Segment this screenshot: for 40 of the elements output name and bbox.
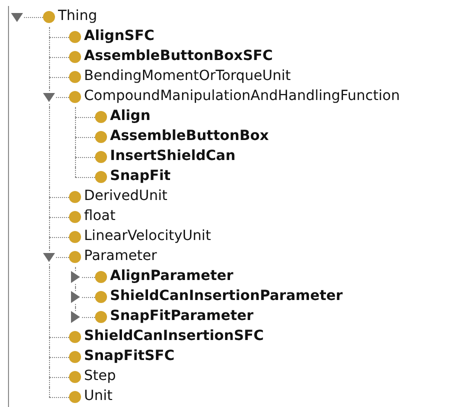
class-icon: [69, 191, 81, 203]
class-label[interactable]: AlignParameter: [110, 267, 234, 285]
class-label[interactable]: SnapFit: [110, 167, 171, 185]
class-icon: [69, 251, 81, 263]
class-label[interactable]: Step: [84, 367, 116, 385]
class-icon: [95, 291, 107, 303]
class-label[interactable]: Unit: [84, 387, 112, 405]
class-label[interactable]: SnapFitSFC: [84, 347, 174, 365]
class-icon: [69, 371, 81, 383]
class-label[interactable]: ShieldCanInsertionParameter: [110, 287, 343, 305]
class-icon: [69, 51, 81, 63]
class-icon: [69, 71, 81, 83]
class-icon: [69, 331, 81, 343]
class-icon: [95, 171, 107, 183]
class-icon: [95, 311, 107, 323]
class-icon: [95, 151, 107, 163]
class-label[interactable]: Align: [110, 107, 150, 125]
class-icon: [69, 391, 81, 403]
class-icon: [69, 231, 81, 243]
class-label[interactable]: AlignSFC: [84, 27, 154, 45]
class-label[interactable]: float: [84, 207, 116, 225]
class-label[interactable]: Parameter: [84, 247, 157, 265]
class-icon: [69, 351, 81, 363]
class-label[interactable]: AssembleButtonBox: [110, 127, 269, 145]
class-icon: [69, 211, 81, 223]
class-label[interactable]: SnapFitParameter: [110, 307, 254, 325]
class-label[interactable]: AssembleButtonBoxSFC: [84, 47, 273, 65]
class-label[interactable]: LinearVelocityUnit: [84, 227, 211, 245]
class-icon: [69, 31, 81, 43]
class-icon: [95, 271, 107, 283]
class-icon: [95, 111, 107, 123]
class-icon: [43, 11, 55, 23]
class-label[interactable]: DerivedUnit: [84, 187, 168, 205]
class-icon: [95, 131, 107, 143]
class-label[interactable]: InsertShieldCan: [110, 147, 236, 165]
class-label[interactable]: CompoundManipulationAndHandlingFunction: [84, 87, 400, 105]
class-label[interactable]: Thing: [58, 7, 98, 25]
class-label[interactable]: BendingMomentOrTorqueUnit: [84, 67, 291, 85]
class-label[interactable]: ShieldCanInsertionSFC: [84, 327, 264, 345]
class-icon: [69, 91, 81, 103]
